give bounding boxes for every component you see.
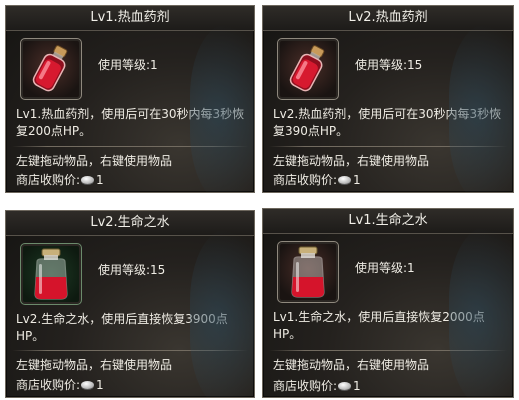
tooltip-title: Lv2.热血药剂 xyxy=(263,6,513,31)
tooltip-title: Lv1.热血药剂 xyxy=(6,6,254,31)
price-value: 1 xyxy=(353,378,361,393)
usage-hint: 左键拖动物品，右键使用物品 xyxy=(273,358,430,372)
price-value: 1 xyxy=(96,377,104,392)
tooltip-title: Lv1.生命之水 xyxy=(263,209,513,234)
use-level: 使用等级:1 xyxy=(355,261,415,275)
price-value: 1 xyxy=(353,172,361,187)
silver-coin-icon xyxy=(338,175,352,184)
water-of-life-bottle-icon[interactable] xyxy=(277,241,339,303)
price-label: 商店收购价: xyxy=(273,379,338,393)
tooltip-title: Lv2.生命之水 xyxy=(6,211,254,236)
use-level: 使用等级:15 xyxy=(355,58,423,72)
divider xyxy=(12,350,248,351)
silver-coin-icon xyxy=(338,381,352,390)
shop-buyback-price: 商店收购价: 1 xyxy=(16,171,104,188)
usage-hint: 左键拖动物品，右键使用物品 xyxy=(273,154,430,168)
item-description: Lv2.生命之水，使用后直接恢复3900点HP。 xyxy=(16,312,228,343)
item-tooltip-lv2-hot-blood-potion: Lv2.热血药剂 使用等级:15 Lv2.热血药剂，使用后可在30秒内每3秒恢复… xyxy=(262,5,514,193)
silver-coin-icon xyxy=(81,175,95,184)
price-label: 商店收购价: xyxy=(273,173,338,187)
use-level: 使用等级:15 xyxy=(98,263,166,277)
use-level: 使用等级:1 xyxy=(98,58,158,72)
usage-hint: 左键拖动物品，右键使用物品 xyxy=(16,154,173,168)
water-of-life-bottle-icon[interactable] xyxy=(20,243,82,305)
shop-buyback-price: 商店收购价: 1 xyxy=(16,376,104,393)
item-tooltip-lv1-water-of-life: Lv1.生命之水 使用等级:1 Lv1.生命之水，使用后直接恢复2000点HP。… xyxy=(262,208,514,398)
item-tooltip-lv2-water-of-life: Lv2.生命之水 使用等级:15 Lv2.生命之水，使用后直接恢复3900点HP… xyxy=(5,210,255,398)
divider xyxy=(269,146,507,147)
item-tooltip-lv1-hot-blood-potion: Lv1.热血药剂 使用等级:1 Lv1.热血药剂，使用后可在30秒内每3秒恢复2… xyxy=(5,5,255,193)
divider xyxy=(12,146,248,147)
price-label: 商店收购价: xyxy=(16,173,81,187)
usage-hint: 左键拖动物品，右键使用物品 xyxy=(16,358,173,372)
shop-buyback-price: 商店收购价: 1 xyxy=(273,171,361,188)
red-potion-vial-icon[interactable] xyxy=(20,38,82,100)
item-description: Lv2.热血药剂，使用后可在30秒内每3秒恢复390点HP。 xyxy=(273,107,502,138)
shop-buyback-price: 商店收购价: 1 xyxy=(273,377,361,394)
item-description: Lv1.热血药剂，使用后可在30秒内每3秒恢复200点HP。 xyxy=(16,107,245,138)
red-potion-vial-icon[interactable] xyxy=(277,38,339,100)
silver-coin-icon xyxy=(81,380,95,389)
price-value: 1 xyxy=(96,172,104,187)
price-label: 商店收购价: xyxy=(16,378,81,392)
divider xyxy=(269,350,507,351)
item-description: Lv1.生命之水，使用后直接恢复2000点HP。 xyxy=(273,310,485,341)
